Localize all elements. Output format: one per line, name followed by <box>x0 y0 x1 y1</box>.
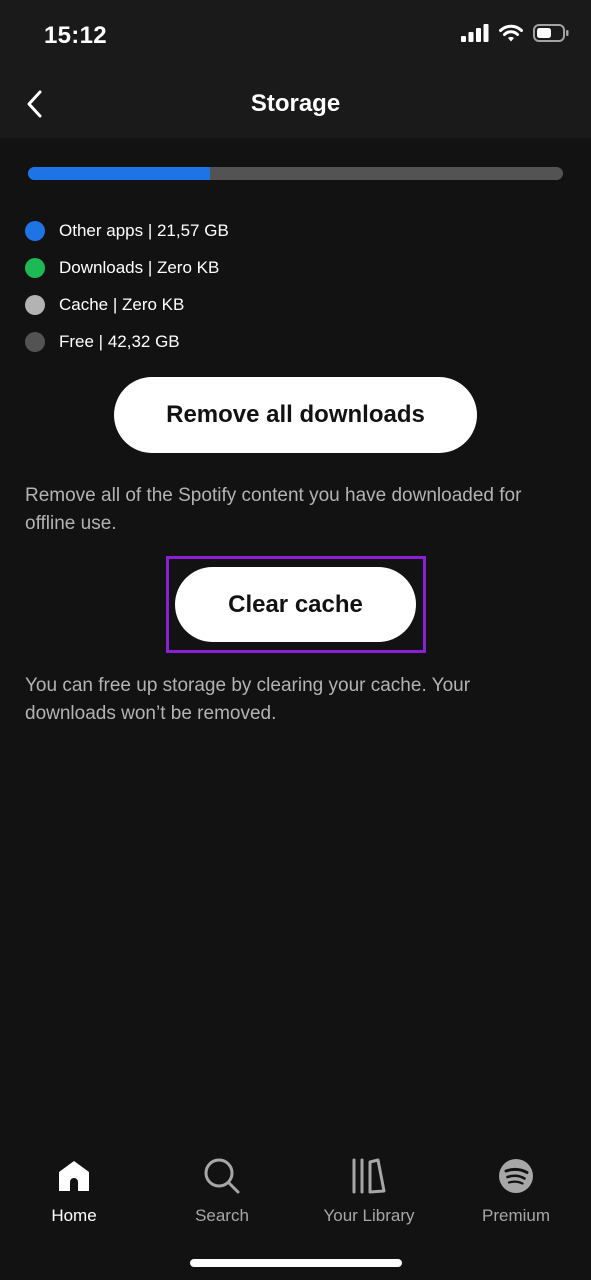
legend-dot <box>25 220 45 241</box>
storage-legend: Other apps | 21,57 GB Downloads | Zero K… <box>25 212 229 360</box>
battery-icon <box>533 24 569 42</box>
library-icon <box>349 1156 389 1196</box>
legend-item-cache: Cache | Zero KB <box>25 286 229 323</box>
tab-search[interactable]: Search <box>152 1156 292 1226</box>
remove-all-downloads-button[interactable]: Remove all downloads <box>114 377 477 453</box>
storage-usage-bar <box>28 167 563 180</box>
legend-item-other-apps: Other apps | 21,57 GB <box>25 212 229 249</box>
tab-label: Your Library <box>323 1206 415 1225</box>
tab-label: Premium <box>481 1206 550 1225</box>
home-icon <box>54 1156 94 1196</box>
status-icons <box>461 24 569 42</box>
navigation-header: Storage <box>0 70 591 138</box>
clear-cache-button[interactable]: Clear cache <box>175 567 416 642</box>
legend-dot <box>25 331 45 352</box>
clear-cache-description: You can free up storage by clearing your… <box>25 675 471 724</box>
legend-dot <box>25 257 45 278</box>
tab-premium[interactable]: Premium <box>446 1156 586 1226</box>
legend-label: Downloads | Zero KB <box>59 257 220 277</box>
page-title: Storage <box>250 90 341 117</box>
status-time: 15:12 <box>44 22 107 49</box>
search-icon <box>202 1156 242 1196</box>
tab-home[interactable]: Home <box>4 1156 144 1226</box>
tab-label: Search <box>195 1206 249 1225</box>
tab-label: Home <box>51 1206 97 1225</box>
spotify-logo-icon <box>496 1156 536 1196</box>
tab-your-library[interactable]: Your Library <box>299 1156 439 1226</box>
legend-item-free: Free | 42,32 GB <box>25 323 229 360</box>
wifi-icon <box>499 24 523 42</box>
legend-dot <box>25 294 45 315</box>
legend-label: Cache | Zero KB <box>59 294 185 314</box>
legend-label: Other apps | 21,57 GB <box>59 220 229 240</box>
legend-item-downloads: Downloads | Zero KB <box>25 249 229 286</box>
legend-label: Free | 42,32 GB <box>59 331 180 351</box>
status-bar: 15:12 <box>0 0 591 70</box>
home-indicator <box>190 1259 402 1267</box>
remove-downloads-description: Remove all of the Spotify content you ha… <box>25 485 522 534</box>
signal-icon <box>461 24 489 42</box>
storage-usage-fill <box>28 167 210 180</box>
